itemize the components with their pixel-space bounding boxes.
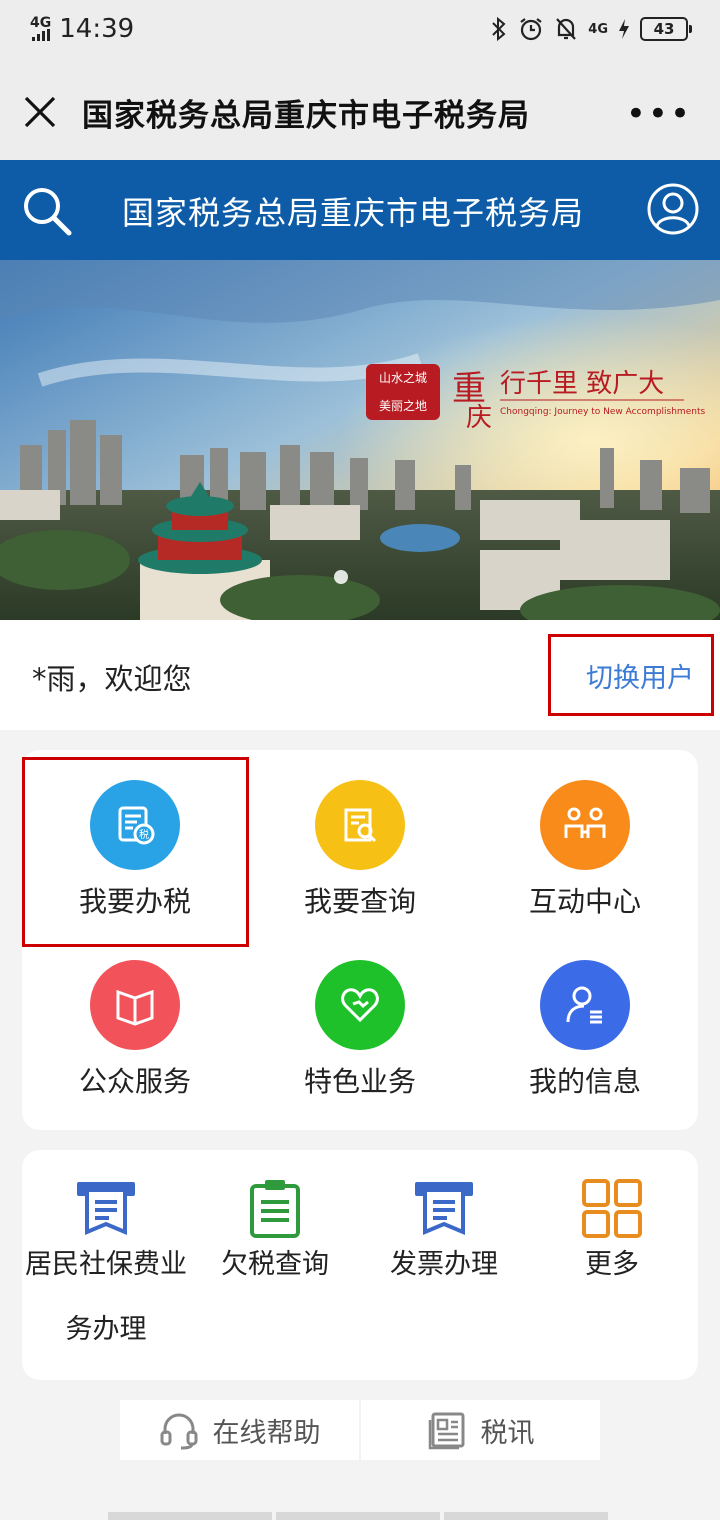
tile-public-service[interactable]: 公众服务 — [22, 930, 248, 1110]
bottom-links: 在线帮助 税讯 — [120, 1400, 600, 1460]
clipboard-icon — [250, 1180, 300, 1238]
switch-user-link[interactable]: 切换用户 — [586, 656, 694, 695]
interaction-icon — [540, 780, 630, 870]
online-help-label: 在线帮助 — [212, 1417, 321, 1449]
slogan-text: 行千里 致广大 — [500, 369, 664, 399]
tax-news-button[interactable]: 税讯 — [361, 1400, 600, 1460]
status-bar: 4G 14:39 4G 43 — [0, 0, 720, 64]
signal-icon: 4G — [30, 15, 52, 41]
tile-interaction[interactable]: 互动中心 — [472, 750, 698, 930]
clock: 14:39 — [59, 14, 135, 44]
charging-icon — [619, 19, 629, 39]
tile-special-business[interactable]: 特色业务 — [247, 930, 473, 1110]
banner-carousel[interactable]: 山水之城 美丽之地 重 庆 行千里 致广大 Chongqing: Journey… — [0, 260, 720, 620]
status-right: 4G 43 — [490, 16, 692, 42]
slogan-en-text: Chongqing: Journey to New Accomplishment… — [500, 407, 705, 417]
welcome-bar: *雨，欢迎您 切换用户 — [0, 620, 720, 730]
online-help-button[interactable]: 在线帮助 — [120, 1400, 359, 1460]
quick-link-label: 欠税查询 — [221, 1249, 329, 1280]
battery-icon: 43 — [640, 17, 692, 41]
grid-icon — [582, 1179, 642, 1238]
heart-icon — [315, 960, 405, 1050]
nav-bar: 国家税务总局重庆市电子税务局 ••• — [0, 64, 720, 160]
headset-icon — [160, 1413, 197, 1450]
tile-label: 我要查询 — [303, 885, 416, 918]
user-icon[interactable] — [646, 182, 700, 236]
quick-link-tax-arrears[interactable]: 欠税查询 — [212, 1178, 338, 1281]
quick-link-invoice[interactable]: 发票办理 — [378, 1178, 510, 1281]
search-icon[interactable] — [20, 184, 74, 238]
banner-image: 山水之城 美丽之地 重 庆 行千里 致广大 Chongqing: Journey… — [0, 260, 720, 620]
tile-label: 我的信息 — [528, 1065, 641, 1098]
tile-query[interactable]: 我要查询 — [247, 750, 473, 930]
seal-text-line2: 美丽之地 — [379, 399, 427, 413]
tile-label: 特色业务 — [303, 1065, 416, 1098]
news-icon — [428, 1412, 464, 1450]
invoice-icon — [415, 1182, 473, 1236]
close-icon[interactable] — [20, 92, 60, 132]
quick-links-card: 居民社保费业 务办理 欠税查询 发票办理 更多 — [22, 1150, 698, 1380]
alarm-icon — [520, 18, 542, 41]
seal-text-line1: 山水之城 — [379, 371, 427, 385]
book-icon — [90, 960, 180, 1050]
carousel-dot[interactable] — [334, 570, 348, 584]
brand-text-2: 庆 — [466, 403, 492, 433]
bluetooth-icon — [492, 16, 506, 42]
site-header: 国家税务总局重庆市电子税务局 — [0, 160, 720, 260]
quick-link-label: 居民社保费业 — [25, 1249, 187, 1280]
mute-icon — [556, 18, 577, 40]
network-type: 4G — [30, 15, 52, 31]
page-title: 国家税务总局重庆市电子税务局 — [82, 98, 530, 134]
site-title: 国家税务总局重庆市电子税务局 — [122, 194, 585, 232]
bottom-tab-strip — [108, 1512, 608, 1520]
status-left: 4G 14:39 — [30, 14, 134, 44]
profile-icon — [540, 960, 630, 1050]
quick-link-label-line2: 务办理 — [65, 1314, 147, 1345]
tile-my-info[interactable]: 我的信息 — [472, 930, 698, 1110]
network-type-right: 4G — [588, 21, 608, 37]
tax-news-label: 税讯 — [480, 1417, 535, 1449]
tile-label: 公众服务 — [78, 1065, 191, 1098]
quick-link-label: 发票办理 — [390, 1249, 498, 1280]
welcome-greeting: *雨，欢迎您 — [32, 662, 192, 696]
search-document-icon — [315, 780, 405, 870]
tile-label: 互动中心 — [528, 885, 641, 918]
more-menu-button[interactable]: ••• — [626, 94, 692, 134]
quick-link-more[interactable]: 更多 — [562, 1178, 662, 1281]
annotation-highlight-box — [22, 757, 249, 947]
printer-receipt-icon — [77, 1182, 135, 1236]
quick-link-social-insurance[interactable]: 居民社保费业 务办理 — [22, 1178, 190, 1346]
quick-link-label: 更多 — [585, 1249, 639, 1280]
